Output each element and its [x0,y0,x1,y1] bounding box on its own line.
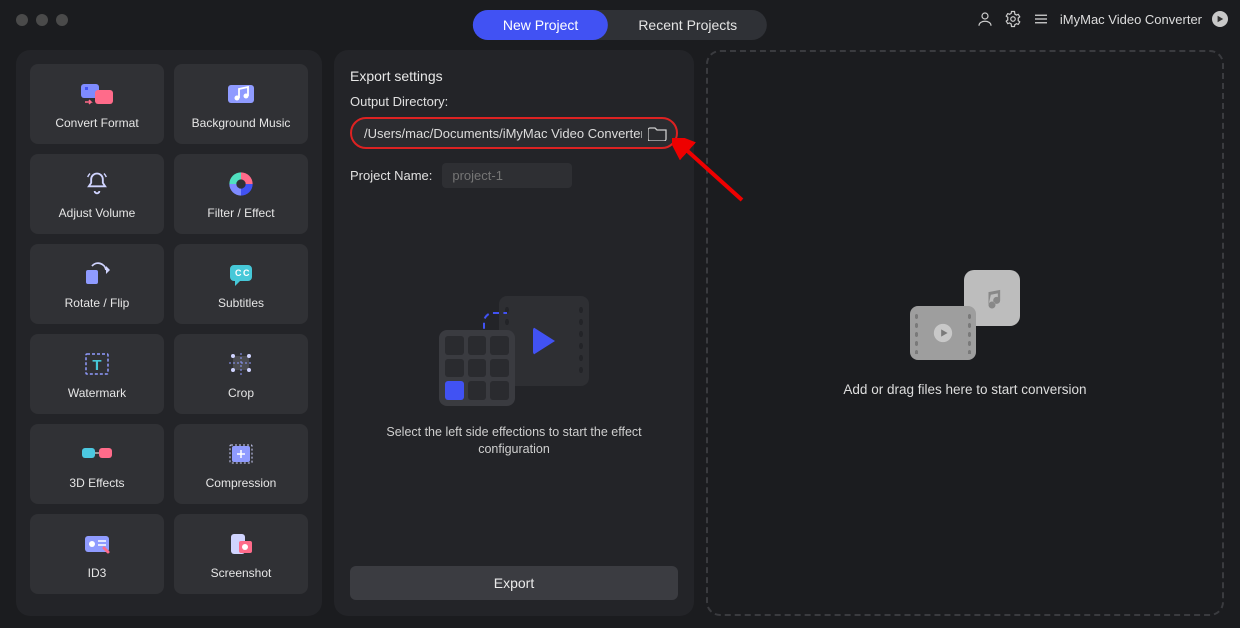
tile-crop[interactable]: Crop [174,334,308,414]
tile-label: Adjust Volume [59,206,136,220]
compress-icon [226,438,256,470]
titlebar: New Project Recent Projects iMyMac Video… [0,0,1240,40]
export-button[interactable]: Export [350,566,678,600]
output-directory-input[interactable] [364,126,642,141]
svg-text:C: C [243,268,250,278]
output-directory-label: Output Directory: [350,94,678,109]
close-window-icon[interactable] [16,14,28,26]
music-note-icon [224,78,258,110]
brand-name: iMyMac Video Converter [1060,12,1202,27]
dropzone-illustration-icon [910,270,1020,360]
svg-text:C: C [235,268,242,278]
brand-play-icon [1212,11,1228,27]
svg-text:T: T [92,357,101,374]
menu-icon[interactable] [1032,10,1050,28]
tile-label: Rotate / Flip [65,296,130,310]
tile-watermark[interactable]: T Watermark [30,334,164,414]
window-controls [16,14,68,26]
effect-hint-text: Select the left side effections to start… [374,424,654,458]
rotate-icon [82,258,112,290]
tile-compression[interactable]: Compression [174,424,308,504]
account-icon[interactable] [976,10,994,28]
crop-icon [227,348,255,380]
tile-convert-format[interactable]: Convert Format [30,64,164,144]
effect-illustration-icon [439,296,589,406]
tile-label: Subtitles [218,296,264,310]
dropzone-message: Add or drag files here to start conversi… [843,382,1086,397]
tile-subtitles[interactable]: CC Subtitles [174,244,308,324]
effects-sidebar: Convert Format Background Music Adjust V… [16,50,322,616]
tile-label: 3D Effects [69,476,124,490]
tile-label: Crop [228,386,254,400]
tab-recent-projects[interactable]: Recent Projects [608,10,767,40]
bell-icon [83,168,111,200]
output-directory-field[interactable] [350,117,678,149]
tile-label: Watermark [68,386,126,400]
screenshot-icon [227,528,255,560]
text-t-icon: T [83,348,111,380]
minimize-window-icon[interactable] [36,14,48,26]
tile-label: Screenshot [211,566,272,580]
browse-folder-icon[interactable] [648,125,668,141]
tile-rotate-flip[interactable]: Rotate / Flip [30,244,164,324]
tile-label: Background Music [192,116,291,130]
tile-background-music[interactable]: Background Music [174,64,308,144]
project-name-input[interactable] [442,163,572,188]
tile-adjust-volume[interactable]: Adjust Volume [30,154,164,234]
project-name-label: Project Name: [350,168,432,183]
id-tag-icon [82,528,112,560]
tile-label: Convert Format [55,116,138,130]
tile-screenshot[interactable]: Screenshot [174,514,308,594]
export-settings-title: Export settings [350,68,678,84]
titlebar-right: iMyMac Video Converter [976,10,1228,28]
tab-new-project[interactable]: New Project [473,10,608,40]
export-settings-panel: Export settings Output Directory: Projec… [334,50,694,616]
main-content: Convert Format Background Music Adjust V… [16,50,1224,616]
tile-label: ID3 [88,566,107,580]
settings-icon[interactable] [1004,10,1022,28]
subtitle-icon: CC [226,258,256,290]
tile-label: Compression [206,476,277,490]
tile-filter-effect[interactable]: Filter / Effect [174,154,308,234]
convert-icon [79,78,115,110]
aperture-icon [227,168,255,200]
file-dropzone[interactable]: Add or drag files here to start conversi… [706,50,1224,616]
tile-3d-effects[interactable]: 3D Effects [30,424,164,504]
project-tabs: New Project Recent Projects [473,10,767,40]
effect-placeholder: Select the left side effections to start… [350,188,678,566]
tile-id3[interactable]: ID3 [30,514,164,594]
glasses-icon [80,438,114,470]
tile-label: Filter / Effect [207,206,274,220]
maximize-window-icon[interactable] [56,14,68,26]
